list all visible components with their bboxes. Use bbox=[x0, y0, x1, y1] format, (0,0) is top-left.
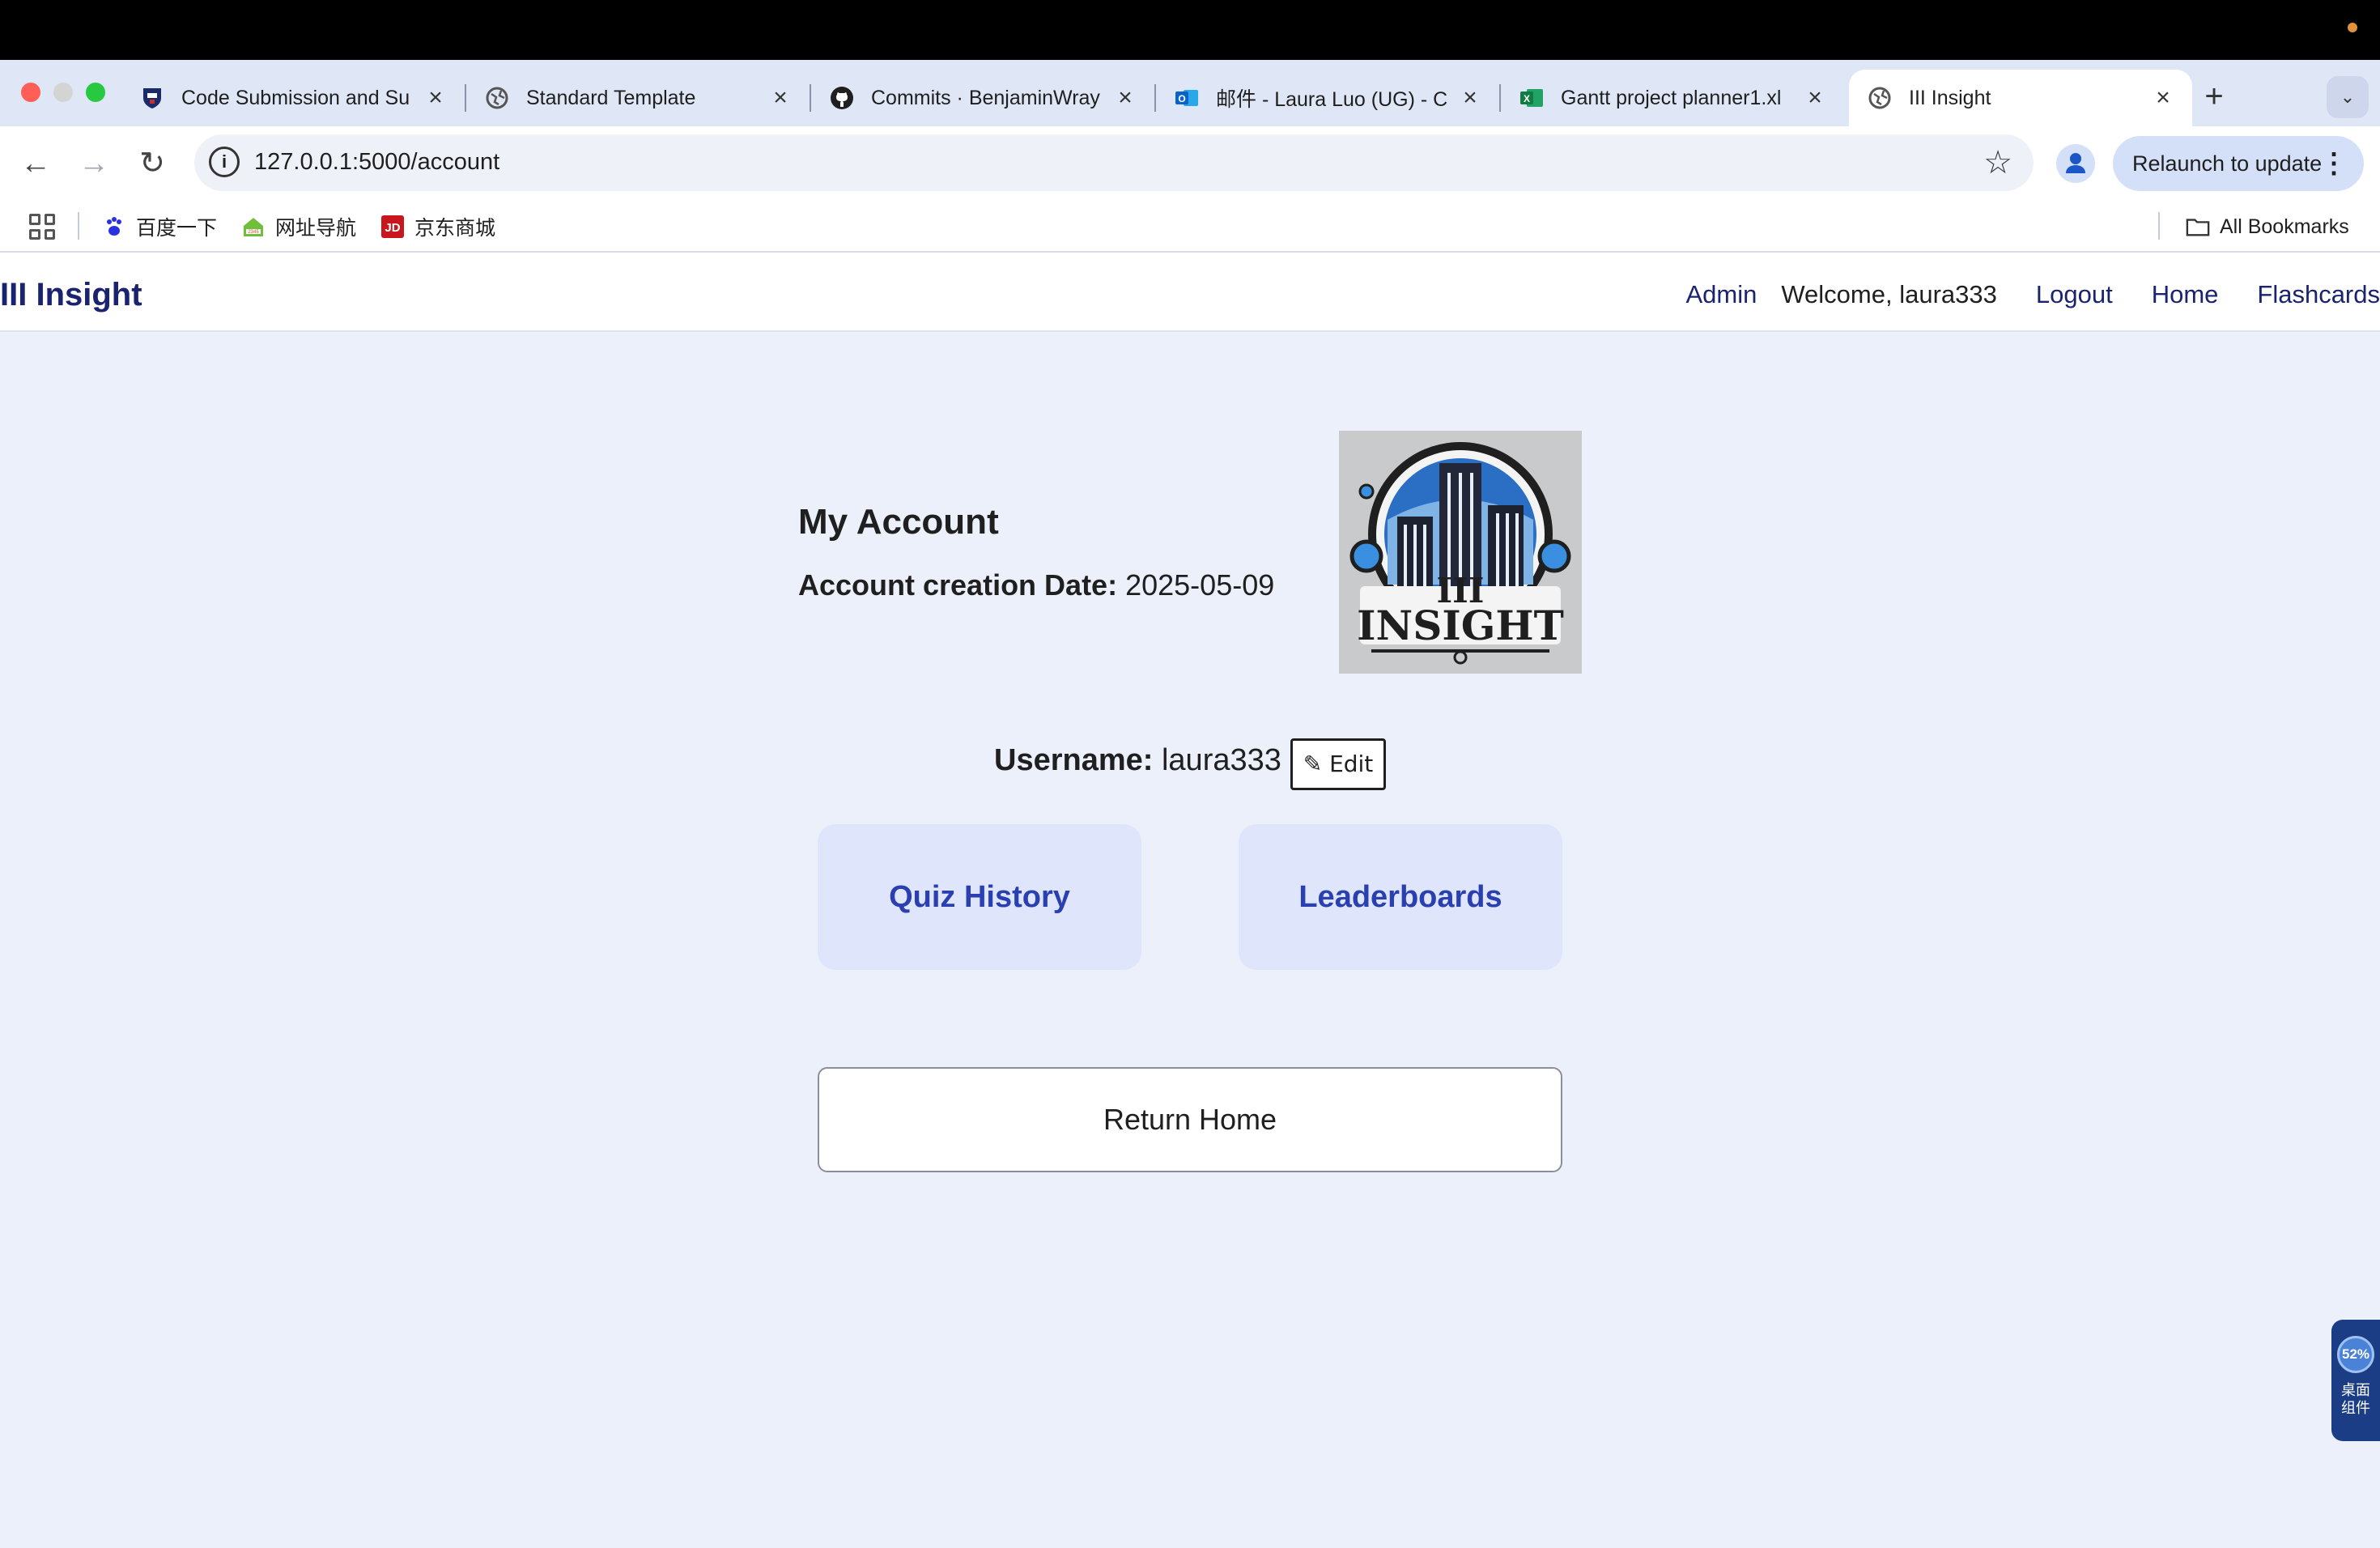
widget-percent-badge: 52% bbox=[2337, 1336, 2374, 1373]
reload-icon[interactable]: ↻ bbox=[128, 139, 176, 188]
browser-tab[interactable]: Commits · BenjaminWray × bbox=[811, 70, 1154, 126]
svg-text:JD: JD bbox=[385, 221, 400, 235]
nav-logout-link[interactable]: Logout bbox=[2036, 280, 2113, 309]
jd-icon: JD bbox=[380, 215, 405, 239]
close-icon[interactable]: × bbox=[769, 84, 792, 112]
site-info-icon[interactable]: i bbox=[209, 147, 240, 177]
username-value: laura333 bbox=[1161, 743, 1281, 777]
browser-tab-active[interactable]: III Insight × bbox=[1849, 70, 2192, 126]
url-text[interactable]: 127.0.0.1:5000/account bbox=[254, 149, 499, 176]
browser-tab[interactable]: Standard Template × bbox=[466, 70, 810, 126]
browser-tab[interactable]: O 邮件 - Laura Luo (UG) - C × bbox=[1156, 70, 1499, 126]
username-row: Username: laura333 bbox=[994, 743, 1281, 778]
quiz-history-card[interactable]: Quiz History bbox=[818, 824, 1141, 970]
welcome-text: Welcome, laura333 bbox=[1781, 280, 1997, 308]
creation-date-label: Account creation Date: bbox=[798, 568, 1118, 602]
insight-logo-image: III INSIGHT bbox=[1339, 431, 1582, 674]
baidu-paw-icon bbox=[102, 215, 126, 239]
tab-search-button[interactable]: ⌄ bbox=[2327, 76, 2369, 118]
excel-icon: X bbox=[1519, 85, 1545, 111]
all-bookmarks-button[interactable]: All Bookmarks bbox=[2186, 212, 2349, 241]
profile-avatar-icon[interactable] bbox=[2056, 144, 2095, 183]
folder-icon bbox=[2186, 215, 2210, 239]
bookmark-divider bbox=[2158, 212, 2160, 240]
return-home-button[interactable]: Return Home bbox=[818, 1067, 1562, 1172]
close-icon[interactable]: × bbox=[1459, 84, 1481, 112]
more-vert-icon[interactable]: ⋮ bbox=[2320, 136, 2348, 191]
apps-grid-icon[interactable] bbox=[29, 214, 55, 240]
leaderboards-card[interactable]: Leaderboards bbox=[1239, 824, 1562, 970]
logo-word-text: INSIGHT bbox=[1357, 602, 1564, 649]
creation-date-value: 2025-05-09 bbox=[1125, 568, 1275, 602]
shield-crest-icon bbox=[139, 85, 165, 111]
window-maximize-button[interactable] bbox=[86, 83, 105, 102]
bookmark-jd[interactable]: JD 京东商城 bbox=[380, 212, 495, 241]
account-creation-date: Account creation Date: 2025-05-09 bbox=[798, 568, 1274, 602]
relaunch-to-update-button[interactable]: Relaunch to update ⋮ bbox=[2113, 136, 2364, 191]
browser-tab[interactable]: Code Submission and Su × bbox=[121, 70, 465, 126]
back-arrow-icon[interactable]: ← bbox=[11, 139, 60, 188]
nav-home-link[interactable]: Home bbox=[2152, 280, 2219, 309]
window-minimize-button[interactable] bbox=[53, 83, 73, 102]
forward-arrow-icon[interactable]: → bbox=[70, 139, 118, 188]
browser-tab[interactable]: X Gantt project planner1.xl × bbox=[1501, 70, 1844, 126]
svg-text:2345: 2345 bbox=[248, 230, 259, 235]
window-close-button[interactable] bbox=[21, 83, 40, 102]
address-bar[interactable]: i 127.0.0.1:5000/account ☆ bbox=[194, 134, 2034, 191]
nav-flashcards-link[interactable]: Flashcards bbox=[2257, 280, 2380, 309]
close-icon[interactable]: × bbox=[2152, 84, 2174, 112]
new-tab-button[interactable]: + bbox=[2194, 78, 2234, 118]
github-icon bbox=[829, 85, 855, 111]
browser-tab-strip: Code Submission and Su × Standard Templa… bbox=[0, 60, 2380, 126]
bookmarks-bar: 百度一下 2345 网址导航 JD 京东商城 All Bookmarks bbox=[0, 201, 2380, 253]
bookmark-star-icon[interactable]: ☆ bbox=[1983, 144, 2012, 181]
globe-icon bbox=[1867, 85, 1893, 111]
close-icon[interactable]: × bbox=[1114, 84, 1137, 112]
site-header: III Insight Admin Welcome, laura333 Logo… bbox=[0, 253, 2380, 332]
nav-house-icon: 2345 bbox=[241, 215, 266, 239]
close-icon[interactable]: × bbox=[424, 84, 447, 112]
globe-icon bbox=[484, 85, 510, 111]
nav-admin-link[interactable]: Admin bbox=[1685, 280, 1757, 309]
edit-username-button[interactable]: ✎ Edit bbox=[1290, 738, 1386, 790]
system-menu-bar bbox=[0, 0, 2380, 60]
svg-text:X: X bbox=[1524, 93, 1530, 104]
outlook-icon: O bbox=[1174, 85, 1200, 111]
page-title: My Account bbox=[798, 502, 999, 542]
username-label: Username: bbox=[994, 743, 1154, 777]
svg-text:O: O bbox=[1178, 93, 1185, 104]
bookmark-divider bbox=[78, 212, 79, 240]
bookmark-nav[interactable]: 2345 网址导航 bbox=[241, 212, 356, 241]
bookmark-baidu[interactable]: 百度一下 bbox=[102, 212, 217, 241]
widget-label: 桌面组件 bbox=[2341, 1382, 2370, 1416]
close-icon[interactable]: × bbox=[1804, 84, 1826, 112]
site-brand-logo[interactable]: III Insight bbox=[0, 277, 142, 313]
browser-toolbar: ← → ↻ i 127.0.0.1:5000/account ☆ Relaunc… bbox=[0, 126, 2380, 201]
status-dot bbox=[2348, 23, 2357, 32]
site-nav: Admin Welcome, laura333 Logout Home Flas… bbox=[1647, 280, 2380, 309]
desktop-widget-button[interactable]: 52% 桌面组件 bbox=[2331, 1320, 2380, 1441]
